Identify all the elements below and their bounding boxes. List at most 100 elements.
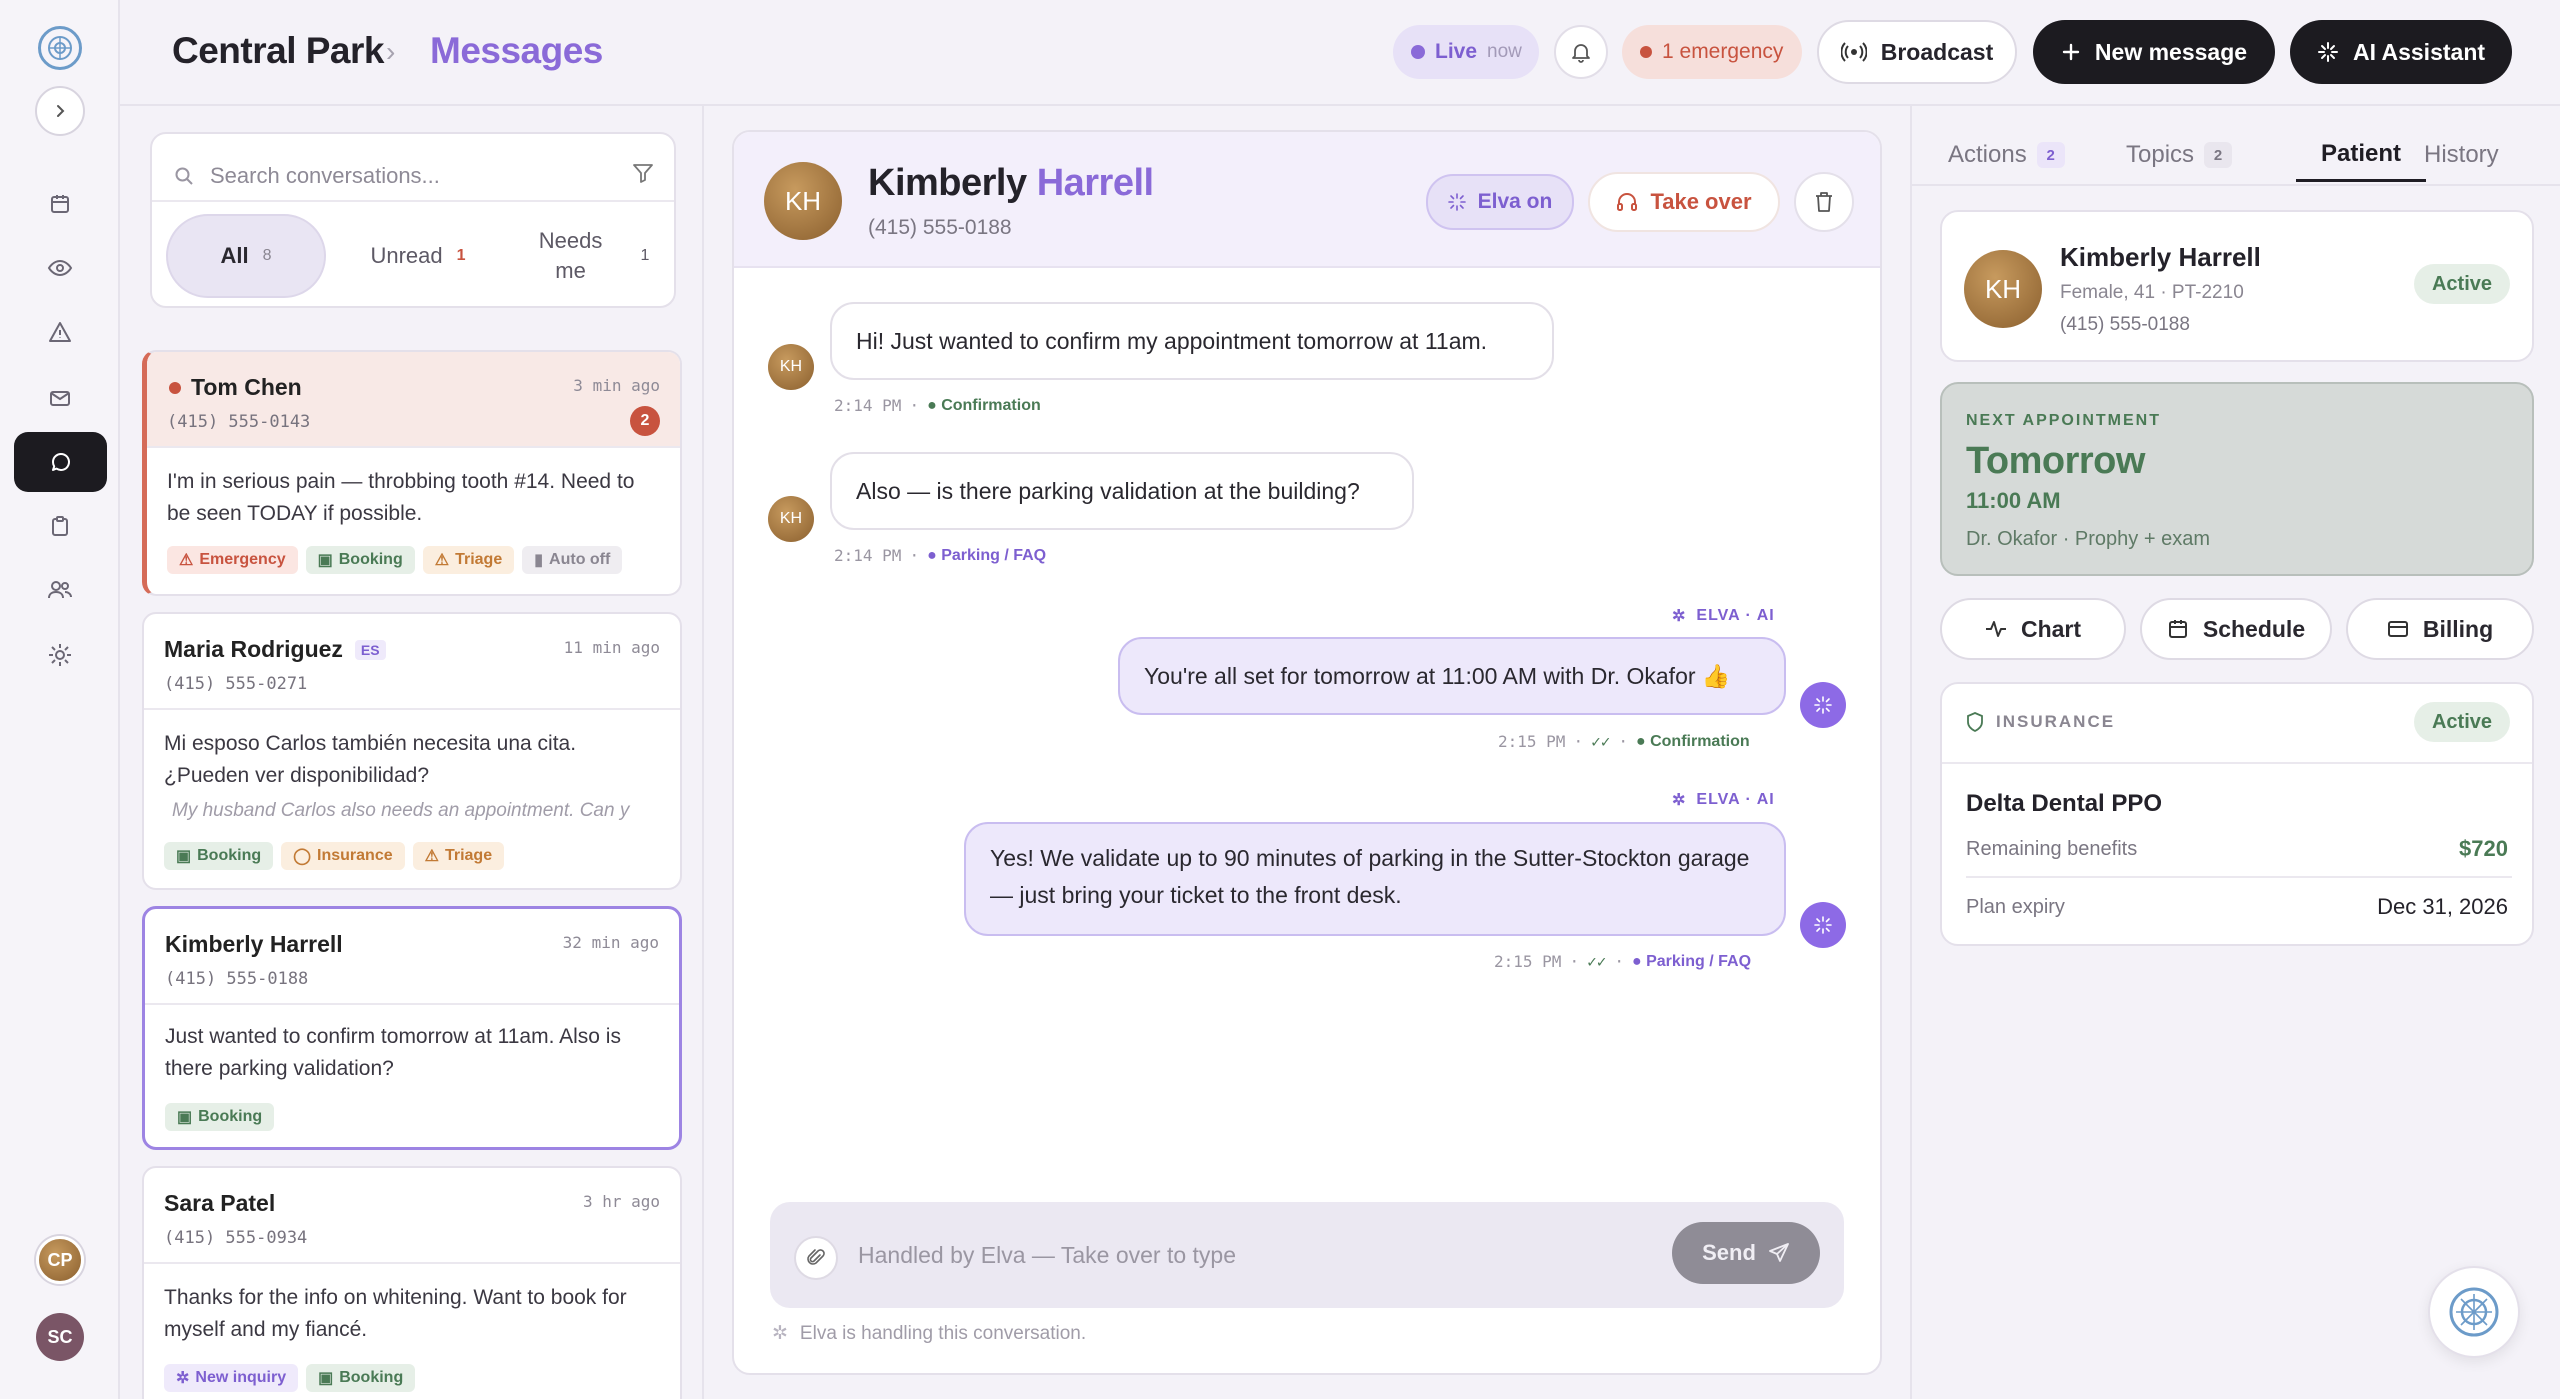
tag-triage: ⚠ Triage (422, 546, 515, 574)
conversation-item-sara-patel[interactable]: Sara Patel (415) 555-0934 3 hr ago Thank… (142, 1166, 682, 1399)
emergency-pill[interactable]: 1 emergency (1622, 25, 1802, 79)
conversation-preview: Mi esposo Carlos también necesita una ci… (164, 732, 577, 787)
tab-patient[interactable]: Patient (2296, 128, 2426, 182)
message-bubble-incoming: Also — is there parking validation at th… (830, 452, 1414, 530)
eye-icon[interactable] (42, 250, 78, 286)
users-icon[interactable] (42, 572, 78, 608)
ai-sender-label: ✲ ELVA · AI (1672, 791, 1775, 809)
filter-all-label: All (220, 243, 249, 268)
top-header: Central Park › Messages Live now 1 emerg… (120, 0, 2560, 106)
messages-nav-active[interactable] (14, 432, 107, 492)
conversation-phone: (415) 555-0188 (165, 969, 309, 989)
tag-insurance: ◯ Insurance (281, 842, 405, 870)
tag-auto-off: ▮ Auto off (522, 546, 623, 574)
calendar-icon (2168, 620, 2187, 638)
broadcast-button[interactable]: Broadcast (1817, 20, 2017, 84)
new-message-button[interactable]: New message (2033, 20, 2275, 84)
send-button[interactable]: Send (1672, 1222, 1820, 1284)
chat-header: KH Kimberly Harrell (415) 555-0188 Elva … (734, 132, 1880, 268)
sparkle-icon: ✲ (772, 1323, 788, 1344)
insurance-heading: INSURANCE (1996, 712, 2116, 731)
topic-label-confirmation: ● Confirmation (927, 396, 1041, 414)
filter-all-count: 8 (262, 247, 272, 264)
filter-unread-label: Unread (370, 243, 443, 268)
left-rail: CP SC (0, 0, 120, 1399)
calendar-icon[interactable] (42, 186, 78, 222)
unread-dot-icon (169, 381, 181, 394)
ai-assistant-button[interactable]: AI Assistant (2290, 20, 2512, 84)
expiry-value: Dec 31, 2026 (2377, 894, 2508, 919)
attach-button[interactable] (794, 1236, 838, 1280)
tag-emergency: ⚠ Emergency (167, 546, 298, 574)
tag-triage: ⚠ Triage (412, 842, 505, 870)
tab-topics[interactable]: Topics 2 (2126, 128, 2233, 182)
search-input[interactable]: Search conversations... (174, 156, 654, 196)
chat-panel: KH Kimberly Harrell (415) 555-0188 Elva … (732, 130, 1882, 1375)
conversation-name: Sara Patel (164, 1190, 276, 1216)
elva-on-toggle[interactable]: Elva on (1426, 174, 1574, 230)
search-placeholder: Search conversations... (210, 163, 440, 188)
conversation-name: Tom Chen (191, 374, 302, 400)
warning-icon: ⚠ (434, 552, 450, 569)
warning-icon: ⚠ (179, 552, 194, 569)
sparkle-icon (1447, 193, 1466, 211)
logo-icon[interactable] (38, 26, 82, 70)
plus-icon (2062, 43, 2080, 61)
patient-side-panel: Actions 2 Topics 2 Patient History KH Kimb… (1910, 106, 2560, 1399)
billing-button[interactable]: Billing (2346, 598, 2534, 660)
conversation-translation: My husband Carlos also needs an appointm… (172, 800, 630, 821)
conversation-item-tom-chen[interactable]: Tom Chen (415) 555-0143 3 min ago 2 I'm … (142, 350, 682, 596)
message-bubble-outgoing: Yes! We validate up to 90 minutes of par… (964, 822, 1786, 936)
conversation-item-kimberly-harrell[interactable]: Kimberly Harrell (415) 555-0188 32 min a… (142, 906, 682, 1150)
search-icon (175, 167, 193, 185)
search-filter-card: Search conversations... All 8 Unread 1 N… (150, 132, 676, 308)
clipboard-icon[interactable] (42, 508, 78, 544)
alert-icon[interactable] (42, 314, 78, 350)
live-time: now (1487, 41, 1522, 62)
filter-needs-me-tab[interactable]: Needs me 1 (510, 214, 670, 298)
breadcrumb-separator: › (386, 36, 396, 67)
settings-icon[interactable] (42, 637, 78, 673)
topic-label-confirmation: ● Confirmation (1635, 732, 1750, 750)
delete-button[interactable] (1794, 172, 1854, 232)
avatar-sc[interactable]: SC (36, 1313, 84, 1361)
tab-actions[interactable]: Actions 2 (1948, 128, 2065, 182)
conversation-time: 3 hr ago (582, 1192, 660, 1211)
filter-all-tab[interactable]: All 8 (166, 214, 326, 298)
language-badge: ES (354, 639, 386, 660)
take-over-button[interactable]: Take over (1588, 172, 1780, 232)
topic-label-parking: ● Parking / FAQ (927, 546, 1047, 564)
next-appointment-card[interactable]: NEXT APPOINTMENT Tomorrow 11:00 AM Dr. O… (1940, 382, 2534, 576)
chat-patient-phone: (415) 555-0188 (868, 216, 1012, 239)
message-bubble-incoming: Hi! Just wanted to confirm my appointmen… (830, 302, 1554, 380)
patient-card: KH Kimberly Harrell Female, 41 · PT-2210… (1940, 210, 2534, 362)
conversation-phone: (415) 555-0934 (164, 1228, 308, 1248)
avatar-cp[interactable]: CP (36, 1236, 84, 1284)
message-meta: 2:15 PM · ✓✓ · ● Parking / FAQ (1494, 952, 1752, 971)
floating-assistant-button[interactable] (2428, 1266, 2520, 1358)
sparkle-icon: ✲ (1672, 792, 1687, 809)
tab-history[interactable]: History (2424, 128, 2499, 182)
schedule-button[interactable]: Schedule (2140, 598, 2332, 660)
patient-card-avatar: KH (1964, 250, 2042, 328)
insurance-status-badge: Active (2413, 702, 2510, 742)
chart-button[interactable]: Chart (1940, 598, 2126, 660)
mail-icon[interactable] (42, 380, 78, 416)
composer-input[interactable]: Handled by Elva — Take over to type (858, 1242, 1236, 1269)
conversation-time: 32 min ago (562, 933, 659, 952)
shield-icon (1967, 712, 1983, 732)
appointment-day: Tomorrow (1966, 440, 2145, 482)
expand-sidebar-button[interactable] (35, 86, 85, 136)
message-meta: 2:14 PM · ● Confirmation (834, 396, 1041, 415)
conversation-item-maria-rodriguez[interactable]: Maria Rodriguez ES (415) 555-0271 11 min… (142, 612, 682, 890)
ai-avatar-icon (1800, 682, 1846, 728)
tag-booking: ▣ Booking (306, 1364, 416, 1392)
filter-unread-count: 1 (456, 247, 466, 264)
filter-icon[interactable] (632, 162, 654, 184)
filter-unread-tab[interactable]: Unread 1 (338, 214, 498, 298)
message-meta: 2:15 PM · ✓✓ · ● Confirmation (1498, 732, 1750, 751)
breadcrumb-root[interactable]: Central Park (172, 30, 385, 72)
ai-assistant-label: AI Assistant (2352, 38, 2486, 65)
send-label: Send (1702, 1240, 1756, 1265)
notifications-button[interactable] (1554, 25, 1608, 79)
